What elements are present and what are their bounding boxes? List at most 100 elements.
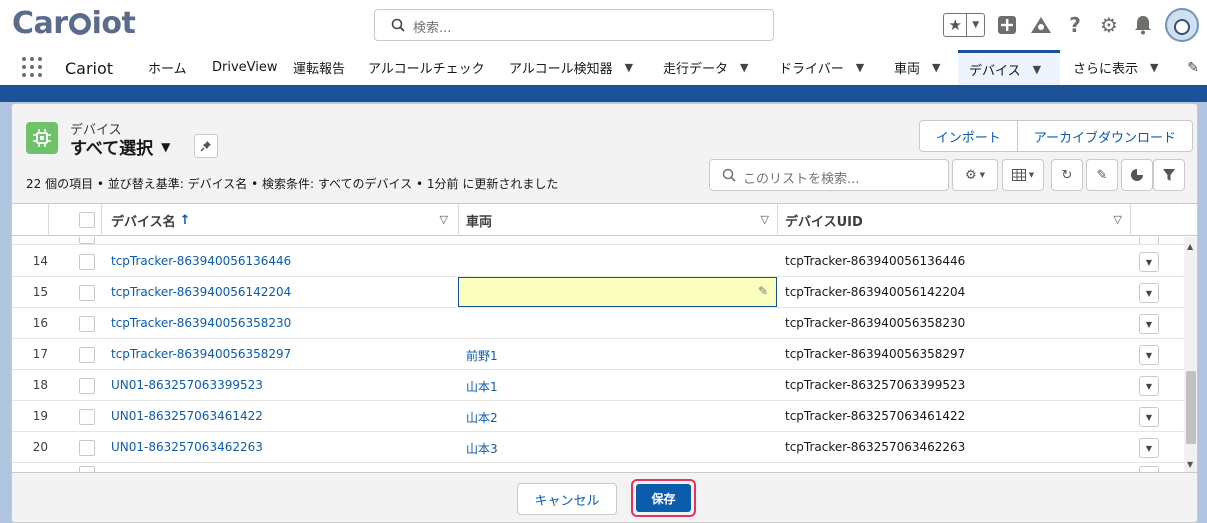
device-name-link[interactable]: UN01-863257063399523	[111, 378, 263, 392]
scroll-down-icon[interactable]: ▼	[1187, 460, 1193, 469]
vehicle-link[interactable]: 前野1	[466, 347, 498, 364]
tab-alcohol-check[interactable]: アルコールチェック	[357, 50, 496, 85]
device-object-icon	[26, 122, 58, 154]
bell-icon[interactable]	[1131, 13, 1155, 37]
display-as-button[interactable]: ▼	[1002, 159, 1044, 191]
scroll-up-icon[interactable]: ▲	[1187, 242, 1193, 251]
row-actions-button[interactable]: ▼	[1139, 252, 1159, 272]
row-actions-button[interactable]: ▼	[1139, 438, 1159, 458]
pencil-icon[interactable]: ✎	[758, 284, 768, 298]
row-checkbox[interactable]	[79, 409, 95, 425]
sort-ascending-icon: ↑	[179, 212, 191, 228]
row-checkbox[interactable]	[79, 440, 95, 456]
help-icon[interactable]: ?	[1063, 13, 1087, 37]
chevron-down-icon[interactable]: ▼	[625, 61, 633, 74]
row-checkbox[interactable]	[79, 378, 95, 394]
row-number: 17	[32, 347, 48, 361]
device-uid-cell: tcpTracker-863940056136446	[785, 254, 966, 268]
trailhead-icon[interactable]	[1029, 13, 1053, 37]
pin-button[interactable]	[194, 134, 218, 158]
row-actions-button[interactable]: ▼	[1139, 407, 1159, 427]
table-row: 18 UN01-863257063399523 山本1 tcpTracker-8…	[12, 370, 1184, 401]
caret-down-icon: ▼	[979, 171, 986, 179]
list-view-selector[interactable]: すべて選択 ▼	[70, 134, 170, 159]
row-actions-button[interactable]: ▼	[1139, 376, 1159, 396]
table-row: 14 tcpTracker-863940056136446 tcpTracker…	[12, 246, 1184, 277]
tab-more[interactable]: さらに表示 ▼	[1062, 50, 1169, 85]
app-launcher-icon[interactable]	[22, 57, 42, 77]
list-actions: インポート アーカイブダウンロード	[918, 120, 1193, 152]
vehicle-edit-cell[interactable]: ✎	[458, 277, 777, 307]
device-name-link[interactable]: UN01-863257063461422	[111, 409, 263, 423]
avatar[interactable]	[1165, 8, 1199, 42]
list-settings-button[interactable]: ⚙ ▼	[952, 159, 998, 191]
column-device-uid[interactable]: デバイスUID ▽	[785, 204, 1130, 236]
table-row: 19 UN01-863257063461422 山本2 tcpTracker-8…	[12, 401, 1184, 432]
list-view-header: デバイス すべて選択 ▼ インポート アーカイブダウンロード 22 個の項目 •…	[12, 104, 1197, 204]
row-actions-button[interactable]: ▼	[1139, 314, 1159, 334]
scrollbar-thumb[interactable]	[1186, 371, 1196, 444]
tab-drive-data[interactable]: 走行データ ▼	[652, 50, 759, 85]
chevron-down-icon[interactable]: ▽	[761, 213, 769, 226]
tab-device[interactable]: デバイス ▼	[958, 50, 1060, 85]
column-vehicle[interactable]: 車両 ▽	[466, 204, 777, 236]
tab-drive-report[interactable]: 運転報告	[282, 50, 356, 85]
chevron-down-icon[interactable]: ▼	[932, 61, 940, 74]
vehicle-link[interactable]: 山本1	[466, 378, 498, 395]
chevron-down-icon[interactable]: ▼	[856, 61, 864, 74]
save-button[interactable]: 保存	[636, 484, 691, 512]
star-icon[interactable]: ★	[944, 14, 968, 36]
favorites-button[interactable]: ★ ▼	[943, 13, 985, 37]
tab-vehicle[interactable]: 車両 ▼	[883, 50, 951, 85]
chevron-down-icon[interactable]: ▽	[440, 213, 448, 226]
vehicle-link[interactable]: 山本2	[466, 409, 498, 426]
device-name-link[interactable]: tcpTracker-863940056142204	[111, 285, 291, 299]
chevron-down-icon[interactable]: ▼	[740, 61, 748, 74]
device-name-link[interactable]: tcpTracker-863940056358230	[111, 316, 291, 330]
select-all-checkbox[interactable]	[79, 204, 95, 236]
column-device-name[interactable]: デバイス名 ↑ ▽	[111, 204, 456, 236]
chevron-down-icon[interactable]: ▽	[1114, 213, 1122, 226]
device-uid-cell: tcpTracker-863257063399523	[785, 378, 966, 392]
inline-edit-button[interactable]: ✎	[1086, 159, 1118, 191]
archive-download-button[interactable]: アーカイブダウンロード	[1016, 121, 1192, 151]
chevron-down-icon[interactable]: ▼	[1150, 61, 1158, 74]
row-checkbox[interactable]	[79, 316, 95, 332]
caret-down-icon[interactable]: ▼	[161, 140, 170, 154]
avatar-face	[1174, 19, 1190, 35]
pie-chart-icon	[1131, 169, 1143, 181]
edit-nav-icon[interactable]: ✎	[1187, 60, 1199, 76]
import-button[interactable]: インポート	[920, 121, 1017, 151]
tab-driveview[interactable]: DriveView	[201, 50, 289, 85]
list-search-input[interactable]: このリストを検索...	[709, 159, 949, 191]
refresh-button[interactable]: ↻	[1051, 159, 1083, 191]
device-name-link[interactable]: tcpTracker-863940056136446	[111, 254, 291, 268]
table-scrollbar[interactable]: ▲ ▼	[1184, 237, 1197, 473]
row-actions-button[interactable]: ▼	[1139, 345, 1159, 365]
cancel-button[interactable]: キャンセル	[517, 483, 617, 515]
gear-icon[interactable]: ⚙	[1097, 13, 1121, 37]
row-number: 20	[32, 440, 48, 454]
chevron-down-icon[interactable]: ▼	[1033, 63, 1041, 76]
row-number: 18	[32, 378, 48, 392]
pencil-icon: ✎	[1096, 167, 1108, 183]
charts-button[interactable]	[1121, 159, 1153, 191]
row-checkbox[interactable]	[79, 347, 95, 363]
device-name-link[interactable]: UN01-863257063462263	[111, 440, 263, 454]
tab-driver[interactable]: ドライバー ▼	[768, 50, 875, 85]
table-icon	[1011, 169, 1026, 181]
list-view-title: すべて選択	[70, 139, 154, 159]
chevron-down-icon[interactable]: ▼	[967, 14, 984, 36]
device-uid-cell: tcpTracker-863940056358230	[785, 316, 966, 330]
global-search-input[interactable]: 検索...	[374, 9, 774, 41]
vehicle-link[interactable]: 山本3	[466, 440, 498, 457]
add-icon[interactable]	[995, 13, 1019, 37]
row-checkbox[interactable]	[79, 254, 95, 270]
tab-home[interactable]: ホーム	[137, 50, 198, 85]
row-checkbox[interactable]	[79, 285, 95, 301]
device-name-link[interactable]: tcpTracker-863940056358297	[111, 347, 291, 361]
row-actions-button[interactable]: ▼	[1139, 283, 1159, 303]
tab-alcohol-detector[interactable]: アルコール検知器 ▼	[498, 50, 644, 85]
cariot-logo[interactable]: Car iot	[12, 6, 136, 41]
filter-button[interactable]	[1153, 159, 1185, 191]
